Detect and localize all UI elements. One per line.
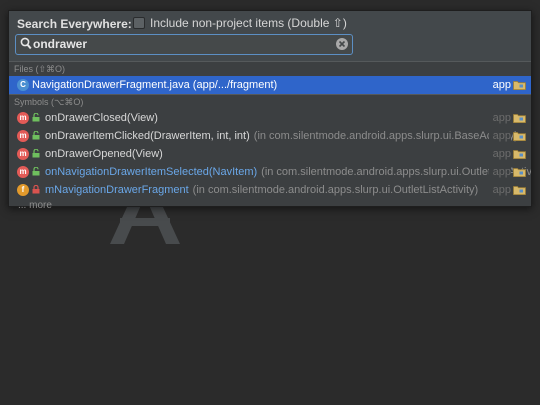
symbol-name: onNavigationDrawerItemSelected(NavItem): [45, 166, 258, 178]
public-unlocked-icon: [32, 167, 40, 176]
module-label: app: [488, 76, 511, 94]
symbol-result-name: onDrawerItemClicked(DrawerItem, int, int…: [45, 127, 518, 145]
symbol-name: onDrawerItemClicked(DrawerItem, int, int…: [45, 130, 250, 142]
module-label: app: [488, 163, 511, 181]
module-folder-icon: [513, 114, 526, 123]
symbol-result-item[interactable]: f mNavigationDrawerFragment (in com.silen…: [9, 181, 531, 199]
symbol-name: onDrawerOpened(View): [45, 148, 163, 160]
module-folder-icon: [513, 150, 526, 159]
symbol-result-item[interactable]: m onNavigationDrawerItemSelected(NavItem…: [9, 163, 531, 181]
symbol-name: onDrawerClosed(View): [45, 112, 158, 124]
search-header: Search Everywhere: Include non-project i…: [9, 11, 531, 61]
module-folder-icon: [513, 81, 526, 90]
module-folder-icon: [513, 186, 526, 195]
include-non-project-checkbox[interactable]: [133, 17, 145, 29]
symbol-result-item[interactable]: m onDrawerItemClicked(DrawerItem, int, i…: [9, 127, 531, 145]
symbol-result-item[interactable]: m onDrawerOpened(View) app: [9, 145, 531, 163]
search-icon: [20, 37, 32, 50]
method-icon: m: [17, 148, 29, 160]
module-label: app: [488, 127, 511, 145]
symbol-result-name: onDrawerOpened(View): [45, 145, 167, 163]
class-icon: C: [17, 79, 29, 91]
module-label: app: [488, 145, 511, 163]
public-unlocked-icon: [32, 131, 40, 140]
public-unlocked-icon: [32, 149, 40, 158]
more-results-link[interactable]: ... more: [9, 199, 531, 215]
search-input[interactable]: [33, 36, 333, 52]
search-title: Search Everywhere:: [17, 17, 132, 31]
symbol-name: mNavigationDrawerFragment: [45, 184, 189, 196]
symbol-result-name: mNavigationDrawerFragment (in com.silentm…: [45, 181, 478, 199]
method-icon: m: [17, 112, 29, 124]
public-unlocked-icon: [32, 113, 40, 122]
symbol-result-name: onDrawerClosed(View): [45, 109, 162, 127]
symbol-container-detail: (in com.silentmode.android.apps.slurp.ui…: [253, 130, 518, 142]
method-icon: m: [17, 130, 29, 142]
symbol-result-item[interactable]: m onDrawerClosed(View) app: [9, 109, 531, 127]
symbol-container-detail: (in com.silentmode.android.apps.slurp.ui…: [192, 184, 479, 196]
field-icon: f: [17, 184, 29, 196]
method-icon: m: [17, 166, 29, 178]
module-folder-icon: [513, 168, 526, 177]
symbol-result-name: onNavigationDrawerItemSelected(NavItem)(…: [45, 163, 531, 181]
search-field[interactable]: [15, 34, 353, 55]
symbols-section-header: Symbols (⌥⌘O): [9, 94, 531, 109]
include-non-project-label[interactable]: Include non-project items (Double ⇧): [150, 16, 347, 30]
module-folder-icon: [513, 132, 526, 141]
clear-search-icon[interactable]: [336, 38, 348, 50]
search-results: Files (⇧⌘O) C NavigationDrawerFragment.j…: [9, 61, 531, 215]
files-section-header: Files (⇧⌘O): [9, 61, 531, 76]
module-label: app: [488, 109, 511, 127]
private-lock-icon: [32, 185, 40, 194]
file-result-item[interactable]: C NavigationDrawerFragment.java (app/...…: [9, 76, 531, 94]
search-everywhere-popup: Search Everywhere: Include non-project i…: [8, 10, 532, 211]
file-result-name: NavigationDrawerFragment.java (app/.../f…: [32, 79, 278, 91]
module-label: app: [488, 181, 511, 199]
